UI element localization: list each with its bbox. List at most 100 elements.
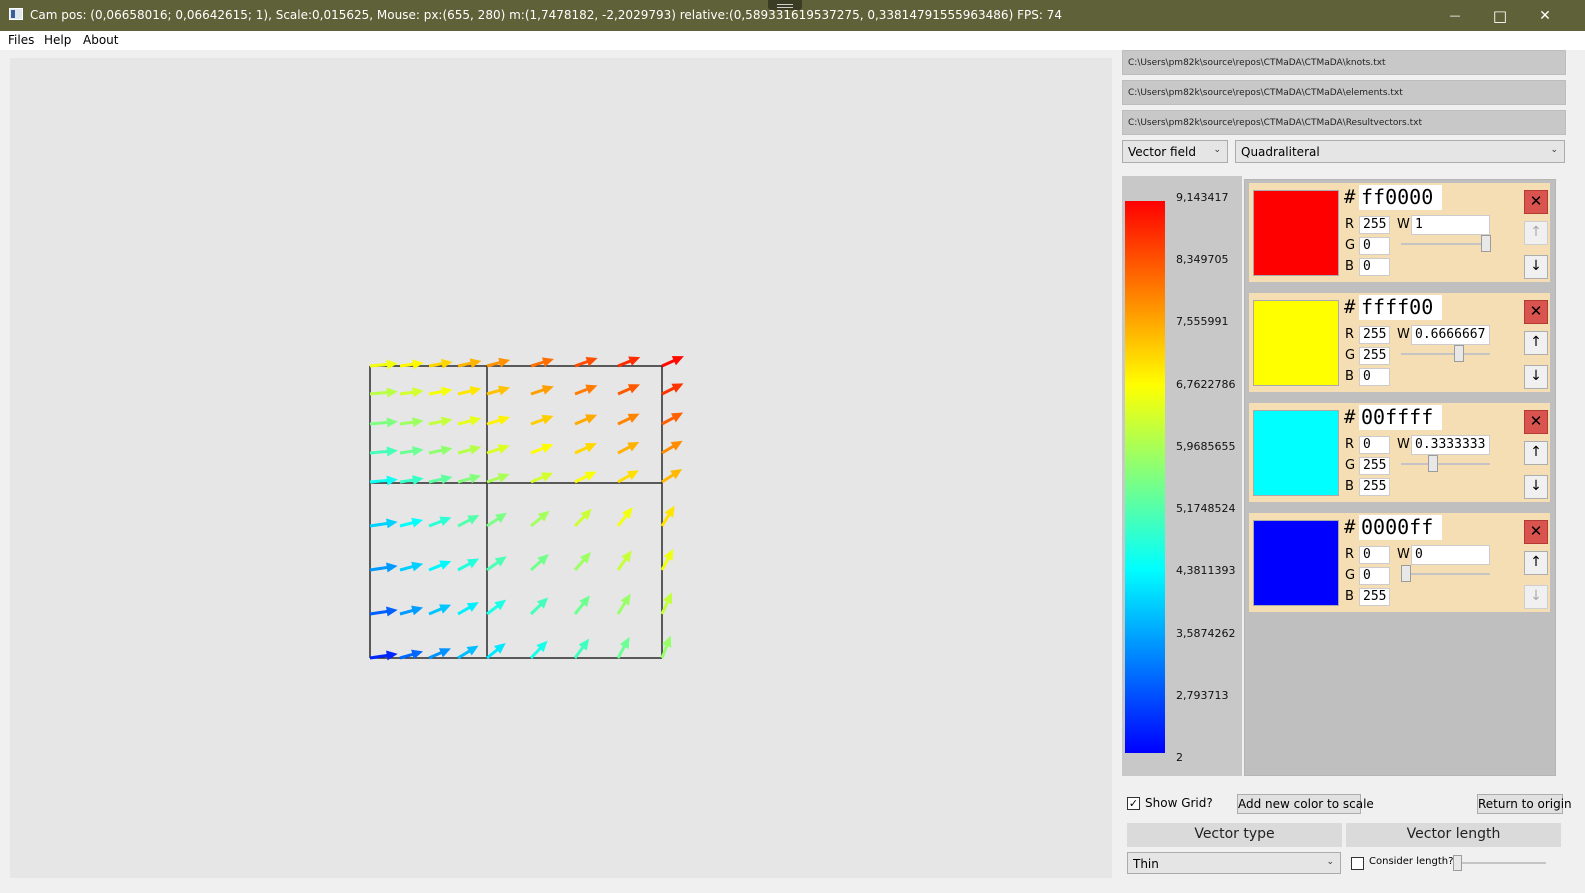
b-input[interactable]: 255: [1359, 478, 1390, 496]
vector-arrow: [428, 358, 453, 369]
move-down-button[interactable]: ↓: [1524, 475, 1548, 499]
render-viewport[interactable]: [10, 58, 1112, 878]
weight-input[interactable]: 0.6666667: [1411, 325, 1490, 345]
vector-arrow: [399, 446, 424, 457]
r-input[interactable]: 0: [1359, 546, 1390, 564]
vector-arrow: [573, 595, 591, 615]
vector-arrow: [486, 599, 507, 616]
results-path[interactable]: C:\Users\pm82k\source\repos\CTMaDA\CTMaD…: [1122, 110, 1566, 135]
hex-input[interactable]: ffff00: [1359, 295, 1442, 320]
w-label: W: [1397, 327, 1410, 342]
maximize-icon: □: [1492, 6, 1508, 25]
chevron-down-icon: ⌄: [1326, 857, 1334, 867]
vector-field-canvas[interactable]: [10, 58, 1112, 878]
weight-slider-track[interactable]: [1401, 353, 1490, 355]
hex-input[interactable]: 00ffff: [1359, 405, 1442, 430]
show-grid-checkbox[interactable]: ✓: [1127, 797, 1140, 810]
hex-input[interactable]: 0000ff: [1359, 515, 1442, 540]
weight-input[interactable]: 0: [1411, 545, 1490, 565]
menu-help[interactable]: Help: [44, 33, 71, 47]
drag-handle[interactable]: [768, 0, 802, 10]
knots-path[interactable]: C:\Users\pm82k\source\repos\CTMaDA\CTMaD…: [1122, 50, 1566, 75]
r-input[interactable]: 255: [1359, 326, 1390, 344]
vector-arrow: [574, 414, 598, 426]
minimize-button[interactable]: —: [1432, 0, 1478, 31]
vector-arrow: [399, 359, 424, 370]
weight-input[interactable]: 1: [1411, 215, 1490, 235]
vector-arrow: [486, 473, 510, 484]
color-scale-gradient: [1125, 201, 1165, 753]
w-label: W: [1397, 217, 1410, 232]
vector-arrow: [457, 386, 482, 396]
vector-arrow: [486, 512, 508, 528]
arrow-up-icon: ↑: [1530, 334, 1542, 350]
vector-arrow: [530, 443, 554, 455]
hex-hash: #: [1344, 516, 1356, 538]
weight-input[interactable]: 0.3333333: [1411, 435, 1490, 455]
weight-slider-thumb[interactable]: [1427, 455, 1438, 472]
r-input[interactable]: 0: [1359, 436, 1390, 454]
return-origin-button[interactable]: Return to origin: [1477, 794, 1572, 814]
b-input[interactable]: 255: [1359, 588, 1390, 606]
weight-slider-thumb[interactable]: [1481, 235, 1491, 252]
g-input[interactable]: 0: [1359, 567, 1390, 585]
vector-arrow: [428, 648, 451, 660]
add-color-button[interactable]: Add new color to scale: [1237, 794, 1374, 814]
weight-slider-track[interactable]: [1401, 573, 1490, 575]
close-window-button[interactable]: ✕: [1522, 0, 1568, 31]
weight-slider-thumb[interactable]: [1401, 565, 1411, 582]
vector-arrow: [617, 470, 639, 484]
move-up-button[interactable]: ↑: [1524, 331, 1548, 355]
scale-label: 8,349705: [1176, 253, 1229, 267]
r-input[interactable]: 255: [1359, 216, 1390, 234]
vector-arrow: [660, 548, 674, 571]
menu-about[interactable]: About: [83, 33, 118, 47]
weight-slider-track[interactable]: [1401, 463, 1490, 465]
move-down-button[interactable]: ↓: [1524, 365, 1548, 389]
move-up-button[interactable]: ↑: [1524, 441, 1548, 465]
g-label: G: [1345, 348, 1356, 363]
delete-color-button[interactable]: ✕: [1524, 520, 1548, 544]
vector-arrow: [369, 650, 398, 661]
vector-arrow: [457, 473, 482, 484]
vector-length-header: Vector length: [1346, 823, 1561, 847]
element-type-select[interactable]: Quadraliteral ⌄: [1235, 140, 1565, 163]
b-input[interactable]: 0: [1359, 258, 1390, 276]
scale-label: 5,9685655: [1176, 439, 1236, 453]
window-title: Cam pos: (0,06658016; 0,06642615; 1), Sc…: [30, 8, 1062, 22]
move-down-button[interactable]: ↓: [1524, 585, 1548, 609]
vector-arrow: [660, 505, 675, 527]
delete-color-button[interactable]: ✕: [1524, 300, 1548, 324]
vector-arrow: [486, 556, 507, 572]
g-input[interactable]: 255: [1359, 457, 1390, 475]
g-input[interactable]: 0: [1359, 237, 1390, 255]
delete-color-button[interactable]: ✕: [1524, 190, 1548, 214]
menu-bar: Files Help About: [0, 31, 1585, 50]
move-up-button[interactable]: ↑: [1524, 551, 1548, 575]
consider-length-checkbox[interactable]: [1351, 857, 1364, 870]
weight-slider-thumb[interactable]: [1454, 345, 1465, 362]
length-slider-thumb[interactable]: [1453, 855, 1462, 871]
move-down-button[interactable]: ↓: [1524, 255, 1548, 279]
move-up-button[interactable]: ↑: [1524, 221, 1548, 245]
vector-arrow: [530, 510, 550, 528]
length-slider-track[interactable]: [1456, 862, 1546, 864]
mode-select[interactable]: Vector field ⌄: [1122, 140, 1228, 163]
b-label: B: [1345, 479, 1354, 494]
delete-color-button[interactable]: ✕: [1524, 410, 1548, 434]
menu-files[interactable]: Files: [8, 33, 34, 47]
b-label: B: [1345, 589, 1354, 604]
hex-input[interactable]: ff0000: [1359, 185, 1442, 210]
g-input[interactable]: 255: [1359, 347, 1390, 365]
vector-arrow: [530, 414, 554, 426]
elements-path[interactable]: C:\Users\pm82k\source\repos\CTMaDA\CTMaD…: [1122, 80, 1566, 105]
vector-arrow: [574, 471, 597, 484]
weight-slider-track[interactable]: [1401, 243, 1490, 245]
b-input[interactable]: 0: [1359, 368, 1390, 386]
vector-type-select[interactable]: Thin ⌄: [1127, 852, 1341, 874]
maximize-button[interactable]: □: [1477, 0, 1523, 31]
vector-arrow: [574, 443, 597, 455]
vector-arrow: [369, 475, 398, 486]
vector-arrow: [457, 416, 482, 426]
vector-arrow: [529, 640, 548, 660]
